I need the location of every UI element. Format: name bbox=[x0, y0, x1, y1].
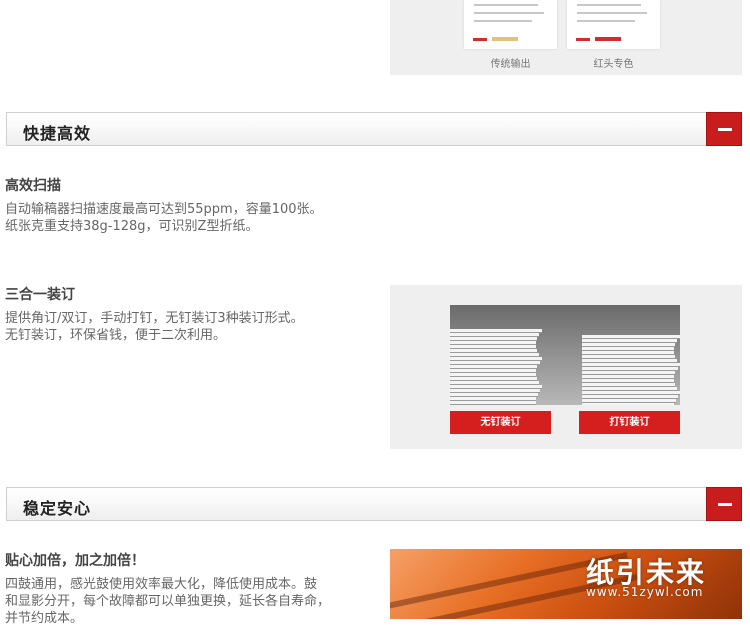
feature-text-line: 和显影分开，每个故障都可以单独更换，延长各自寿命， bbox=[5, 594, 331, 609]
minus-icon bbox=[718, 503, 732, 506]
page-edge bbox=[582, 403, 675, 405]
caption-traditional-output: 传统输出 bbox=[490, 59, 531, 70]
feature-text-line: 自动输稿器扫描速度最高可达到55ppm，容量100张。 bbox=[5, 202, 323, 217]
section-title: 快捷高效 bbox=[23, 124, 92, 143]
paper-stacks-photo bbox=[450, 305, 680, 405]
page-edge bbox=[450, 401, 537, 405]
binding-comparison-image: 无钉装订 打钉装订 bbox=[390, 285, 742, 449]
sample-sheet-traditional bbox=[464, 0, 557, 49]
section-header-stable-reliable[interactable]: 稳定安心 bbox=[6, 487, 742, 521]
feature-text-line: 四鼓通用，感光鼓使用效率最大化，降低使用成本。鼓 bbox=[5, 577, 318, 592]
feature-heading-drum: 贴心加倍，加之加倍！ bbox=[5, 553, 145, 569]
label-staple-free-binding: 无钉装订 bbox=[450, 411, 551, 434]
label-stapled-binding: 打钉装订 bbox=[579, 411, 680, 434]
section-header-fast-efficient[interactable]: 快捷高效 bbox=[6, 112, 742, 146]
collapse-button[interactable] bbox=[706, 112, 742, 146]
staple-free-stack bbox=[450, 329, 542, 405]
section-title: 稳定安心 bbox=[23, 499, 92, 518]
collapse-button[interactable] bbox=[706, 487, 742, 521]
minus-icon bbox=[718, 128, 732, 131]
watermark-url: www.51zywl.com bbox=[586, 585, 704, 599]
sample-output-image: 传统输出 红头专色 bbox=[390, 0, 742, 75]
stapled-stack bbox=[582, 335, 680, 405]
feature-heading-binding: 三合一装订 bbox=[5, 287, 75, 303]
feature-text-line: 无钉装订，环保省钱，便于二次利用。 bbox=[5, 328, 227, 343]
feature-text-line: 纸张克重支持38g-128g，可识别Z型折纸。 bbox=[5, 219, 259, 234]
feature-text-line: 提供角订/双订，手动打钉，无钉装订3种装订形式。 bbox=[5, 311, 304, 326]
feature-heading-scanning: 高效扫描 bbox=[5, 178, 61, 194]
sample-sheet-red-header bbox=[567, 0, 660, 49]
caption-red-header-spot-color: 红头专色 bbox=[593, 59, 634, 70]
drum-unit-image: 纸引未来 www.51zywl.com bbox=[390, 549, 742, 619]
